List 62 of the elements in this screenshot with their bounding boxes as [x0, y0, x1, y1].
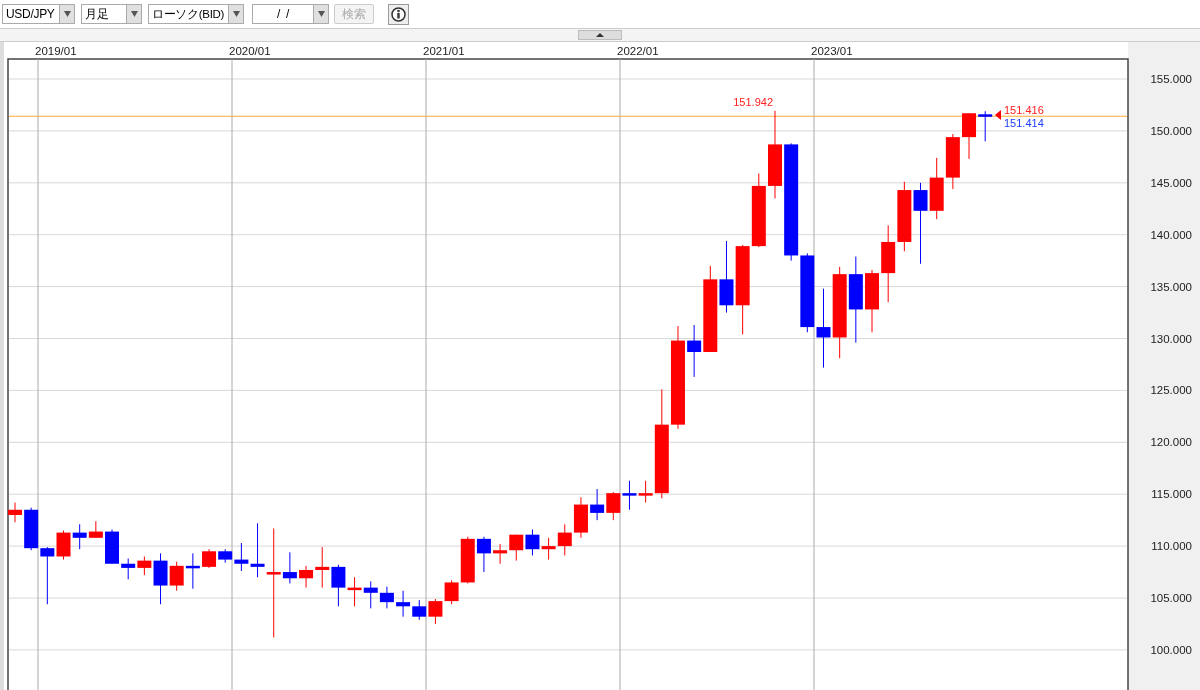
price-axis-label: 140.000	[1150, 228, 1192, 241]
price-axis-label: 120.000	[1150, 436, 1192, 449]
price-axis-label: 125.000	[1150, 384, 1192, 397]
high-price-label: 151.942	[733, 96, 773, 108]
candlestick	[541, 537, 556, 561]
candlestick	[897, 181, 912, 252]
candlestick	[557, 523, 572, 556]
candlestick	[347, 576, 362, 607]
candlestick	[509, 534, 524, 562]
candlestick	[929, 157, 944, 220]
candlestick	[865, 269, 879, 333]
date-axis-label: 2023/01	[811, 45, 853, 57]
candlestick	[105, 529, 119, 565]
candlestick	[493, 543, 508, 565]
price-axis-label: 110.000	[1151, 540, 1192, 553]
info-button[interactable]	[388, 3, 409, 25]
up-arrow-icon	[596, 33, 604, 37]
dropdown-arrow-icon	[232, 11, 240, 17]
candlestick	[72, 523, 87, 550]
dropdown-arrow-icon	[63, 11, 71, 17]
candlestick	[363, 580, 378, 609]
date-axis-label: 2020/01	[229, 45, 271, 57]
currency-select[interactable]: USD/JPY	[2, 4, 75, 24]
price-axis-label: 130.000	[1150, 332, 1192, 345]
candlestick	[428, 598, 443, 625]
period-select[interactable]: 月足	[81, 4, 142, 24]
candlestick	[412, 599, 427, 621]
dropdown-arrow-icon	[130, 11, 138, 17]
price-axis-label: 135.000	[1150, 280, 1192, 293]
ask-price-label: 151.416	[1004, 104, 1044, 116]
price-axis-label: 115.000	[1151, 488, 1192, 501]
date-axis-label: 2022/01	[617, 45, 659, 57]
candlestick	[331, 564, 346, 607]
candlestick	[396, 590, 411, 618]
candlestick	[525, 529, 540, 556]
price-axis-label: 145.000	[1150, 176, 1192, 189]
candlestick	[202, 548, 217, 569]
candlestick	[121, 558, 136, 580]
date-field[interactable]: / /	[252, 4, 329, 24]
candlestick	[606, 491, 621, 521]
date-axis-label: 2021/01	[423, 45, 465, 57]
price-axis-label: 150.000	[1150, 124, 1192, 137]
candlestick	[590, 488, 605, 521]
candlestick	[573, 496, 588, 539]
price-axis-label: 155.000	[1150, 73, 1192, 85]
info-icon	[391, 6, 406, 22]
candlestick	[379, 586, 394, 609]
candlestick	[185, 552, 200, 590]
candlestick	[24, 507, 39, 551]
price-axis-label: 100.000	[1150, 643, 1192, 656]
chart-type-select[interactable]: ローソク(BID)	[148, 4, 244, 24]
candlestick	[8, 502, 22, 523]
collapse-button[interactable]	[578, 30, 622, 40]
candlestick	[945, 133, 960, 190]
date-axis-label: 2019/01	[35, 45, 77, 57]
bid-price-label: 151.414	[1004, 117, 1044, 129]
candlestick	[476, 536, 491, 573]
current-price-marker-icon	[995, 110, 1001, 120]
price-axis-label: 105.000	[1150, 592, 1192, 604]
candlestick	[622, 480, 637, 511]
dropdown-arrow-icon	[317, 11, 325, 17]
candlestick	[88, 520, 103, 539]
